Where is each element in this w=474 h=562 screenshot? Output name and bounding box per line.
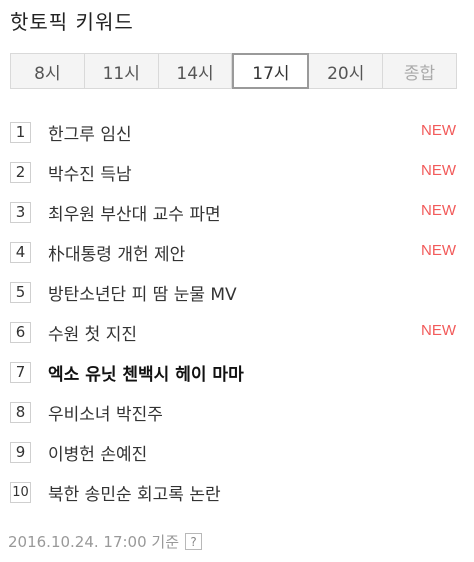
rank-badge: 2: [10, 161, 31, 183]
tab-8[interactable]: 8시: [10, 53, 85, 89]
keyword-link[interactable]: 박수진 득남: [48, 160, 132, 185]
new-badge: NEW: [421, 162, 456, 179]
keyword-link[interactable]: 엑소 유닛 첸백시 헤이 마마: [48, 360, 244, 385]
rank-badge: 6: [10, 321, 31, 343]
tab-17[interactable]: 17시: [232, 53, 310, 89]
page-title: 핫토픽 키워드: [10, 10, 134, 34]
new-badge: NEW: [421, 242, 456, 259]
new-badge: NEW: [421, 122, 456, 139]
rank-badge: 8: [10, 401, 31, 423]
rank-badge: 1: [10, 121, 31, 143]
new-badge: NEW: [421, 322, 456, 339]
tab-14[interactable]: 14시: [158, 53, 233, 89]
tab-11[interactable]: 11시: [84, 53, 159, 89]
keyword-row[interactable]: 2 박수진 득남 NEW: [10, 152, 457, 192]
tab-20[interactable]: 20시: [309, 53, 384, 89]
keyword-link[interactable]: 방탄소년단 피 땀 눈물 MV: [48, 280, 237, 305]
keyword-row[interactable]: 10 북한 송민순 회고록 논란: [10, 472, 457, 512]
keyword-row[interactable]: 5 방탄소년단 피 땀 눈물 MV: [10, 272, 457, 312]
time-tabs: 8시 11시 14시 17시 20시 종합: [10, 53, 457, 89]
keyword-link[interactable]: 최우원 부산대 교수 파면: [48, 200, 221, 225]
keyword-row[interactable]: 1 한그루 임신 NEW: [10, 112, 457, 152]
rank-badge: 10: [10, 481, 31, 503]
keyword-row[interactable]: 8 우비소녀 박진주: [10, 392, 457, 432]
keyword-row[interactable]: 4 朴대통령 개헌 제안 NEW: [10, 232, 457, 272]
timestamp: 2016.10.24. 17:00 기준: [8, 533, 180, 551]
new-badge: NEW: [421, 202, 456, 219]
footer: 2016.10.24. 17:00 기준 ?: [8, 531, 203, 552]
help-icon[interactable]: ?: [185, 533, 203, 550]
keyword-link[interactable]: 한그루 임신: [48, 120, 132, 145]
keyword-row[interactable]: 6 수원 첫 지진 NEW: [10, 312, 457, 352]
rank-badge: 4: [10, 241, 31, 263]
rank-badge: 5: [10, 281, 31, 303]
keyword-link[interactable]: 朴대통령 개헌 제안: [48, 240, 185, 265]
tab-total: 종합: [383, 53, 457, 89]
keyword-link[interactable]: 우비소녀 박진주: [48, 400, 163, 425]
keyword-row[interactable]: 9 이병헌 손예진: [10, 432, 457, 472]
keyword-link[interactable]: 수원 첫 지진: [48, 320, 137, 345]
rank-badge: 9: [10, 441, 31, 463]
keyword-list: 1 한그루 임신 NEW 2 박수진 득남 NEW 3 최우원 부산대 교수 파…: [10, 112, 457, 512]
keyword-row[interactable]: 7 엑소 유닛 첸백시 헤이 마마: [10, 352, 457, 392]
rank-badge: 3: [10, 201, 31, 223]
rank-badge: 7: [10, 361, 31, 383]
keyword-link[interactable]: 이병헌 손예진: [48, 440, 147, 465]
keyword-row[interactable]: 3 최우원 부산대 교수 파면 NEW: [10, 192, 457, 232]
keyword-link[interactable]: 북한 송민순 회고록 논란: [48, 480, 221, 505]
